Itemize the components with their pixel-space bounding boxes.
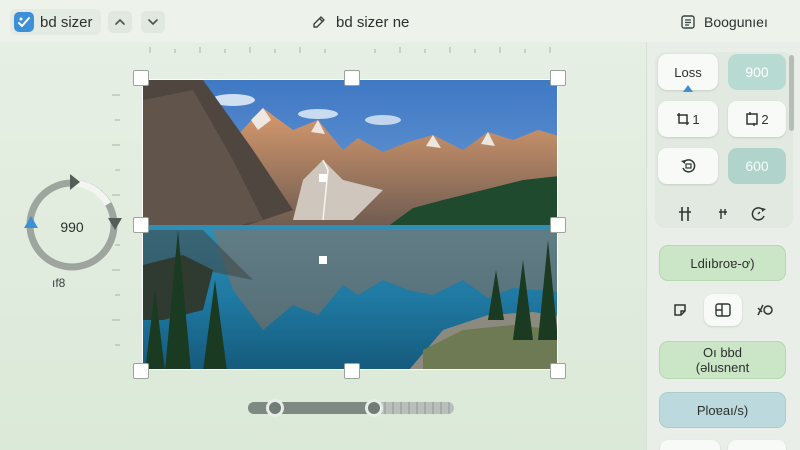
slider-knob-high[interactable]	[364, 399, 383, 417]
document-title: bd sizer ne	[336, 13, 410, 31]
rotate-right-button[interactable]	[742, 202, 776, 226]
flip-small-icon	[719, 209, 727, 219]
value-top-button[interactable]: 900	[728, 54, 786, 90]
rotation-dial[interactable]: 990	[22, 170, 126, 280]
more-button-right[interactable]	[728, 440, 786, 450]
split-button[interactable]	[704, 294, 742, 326]
crop-handle-top[interactable]	[344, 70, 360, 86]
top-bar: bd sizer bd sizer ne Boogunıeı	[0, 0, 800, 42]
edit-frame-icon	[674, 304, 686, 316]
action-button-1[interactable]: Ldiıbroɐ-ơ)	[659, 245, 786, 281]
app-title-button[interactable]: bd sizer	[10, 9, 101, 35]
action-button-3[interactable]: Ploɐaı/s)	[659, 392, 786, 428]
panel-title: Boogunıeı	[704, 14, 768, 30]
value-mid: 600	[745, 158, 769, 174]
chevron-up-icon	[115, 18, 125, 25]
crop-handle-bottom-right[interactable]	[550, 363, 566, 379]
more-button-left[interactable]	[660, 440, 720, 450]
crop-handle-bottom[interactable]	[344, 363, 360, 379]
panel-title-group[interactable]: Boogunıeı	[680, 10, 768, 34]
range-slider[interactable]	[248, 399, 454, 417]
flip-vertical-button[interactable]	[668, 202, 702, 226]
slider-knob-low[interactable]	[265, 399, 284, 417]
horizontal-ruler	[149, 47, 551, 53]
rotation-value: 990	[60, 219, 84, 235]
image-sizer-logo-icon	[14, 12, 34, 32]
crop-handle-left[interactable]	[133, 217, 149, 233]
app-title: bd sizer	[40, 13, 93, 31]
caret-up-icon	[683, 85, 693, 92]
panel-scrollbar[interactable]	[789, 55, 794, 131]
crop-a-button[interactable]: 1	[658, 101, 718, 137]
crop-b-button[interactable]: 2	[728, 101, 786, 137]
rotation-label: ıf8	[52, 276, 66, 290]
rotate-left-button[interactable]	[658, 148, 718, 184]
action-label-2-line1: Oı bbd	[702, 345, 743, 360]
landscape-photo[interactable]	[142, 79, 558, 370]
value-mid-button[interactable]: 600	[728, 148, 786, 184]
action-label-3: Ploɐaı/s)	[696, 402, 749, 418]
action-label-2-line2: (ǝlusnent	[695, 360, 750, 375]
ratio-button[interactable]	[746, 294, 784, 326]
value-top: 900	[745, 64, 769, 80]
ratio-icon	[757, 304, 773, 316]
document-icon	[681, 15, 695, 29]
frame-1-icon	[677, 113, 690, 125]
loss-button[interactable]: Loss	[658, 54, 718, 92]
loss-label: Loss	[674, 64, 702, 80]
rotate-right-icon	[751, 207, 766, 221]
frame-2-icon	[746, 112, 759, 126]
crop-a-label: 1	[692, 111, 700, 127]
edit-pen-icon	[313, 16, 325, 28]
crop-handle-right[interactable]	[550, 217, 566, 233]
crop-b-label: 2	[761, 111, 769, 127]
nav-up-button[interactable]	[108, 11, 132, 33]
action-button-2[interactable]: Oı bbd (ǝlusnent	[659, 341, 786, 379]
edit-frame-button[interactable]	[661, 294, 699, 326]
crop-handle-top-right[interactable]	[550, 70, 566, 86]
flip-vertical-icon	[679, 207, 691, 221]
split-icon	[715, 303, 731, 317]
action-label-1: Ldiıbroɐ-ơ)	[690, 255, 755, 271]
crop-handle-bottom-left[interactable]	[133, 363, 149, 379]
chevron-down-icon	[148, 19, 158, 26]
nav-down-button[interactable]	[141, 11, 165, 33]
document-title-group[interactable]: bd sizer ne	[310, 10, 409, 34]
rotate-left-icon	[681, 159, 696, 173]
crop-handle-top-left[interactable]	[133, 70, 149, 86]
flip-small-button[interactable]	[706, 202, 740, 226]
